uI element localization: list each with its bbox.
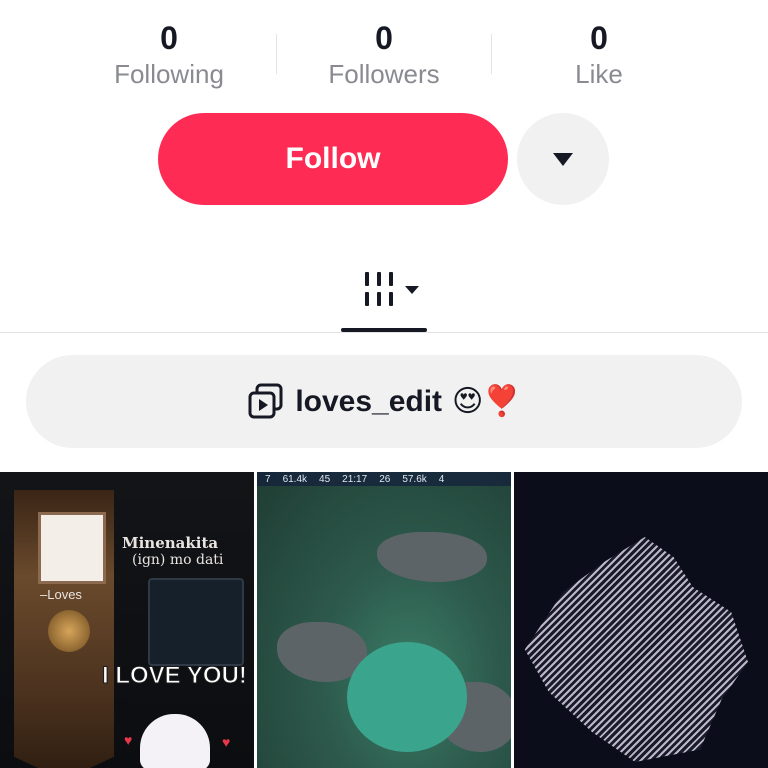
playlist-emojis: 😍❣️ (452, 385, 521, 418)
game-hud: 7 61.4k 45 21:17 26 57.6k 4 (257, 472, 511, 486)
empty-slot-panel (148, 578, 244, 666)
hud-score2: 26 (379, 473, 391, 485)
profile-frame (38, 512, 106, 584)
following-count: 0 (160, 20, 178, 56)
tab-videos[interactable] (341, 262, 427, 332)
hud-gold-left: 61.4k (282, 473, 308, 485)
video-thumbnail[interactable]: Minenakita (ign) mo dati –Loves I LOVE Y… (0, 472, 254, 768)
likes-label: Like (575, 59, 623, 89)
hud-score: 45 (319, 473, 331, 485)
overlay-tag: –Loves (40, 587, 82, 602)
caret-down-icon (553, 152, 573, 166)
striped-figure (524, 537, 748, 762)
map-rock (377, 532, 487, 582)
followers-count: 0 (375, 20, 393, 56)
heart-icon: ♥ (124, 732, 133, 748)
playlist-chip[interactable]: loves_edit 😍❣️ (26, 355, 742, 448)
followers-label: Followers (328, 59, 440, 89)
follow-button[interactable]: Follow (158, 113, 508, 205)
playlist-icon (248, 383, 283, 418)
profile-stats: 0 Following 0 Followers 0 Like (62, 18, 706, 98)
video-grid: Minenakita (ign) mo dati –Loves I LOVE Y… (0, 472, 768, 768)
map-bush (347, 642, 467, 752)
video-thumbnail[interactable]: 7 61.4k 45 21:17 26 57.6k 4 (257, 472, 511, 768)
cat-sticker-icon (140, 714, 210, 768)
likes-count: 0 (590, 20, 608, 56)
hud-time: 21:17 (342, 473, 368, 485)
stat-likes[interactable]: 0 Like (492, 18, 706, 98)
tab-divider (0, 332, 768, 333)
hud-kills: 7 (265, 473, 271, 485)
overlay-name: Minenakita (122, 534, 219, 552)
stat-followers[interactable]: 0 Followers (277, 18, 491, 98)
heart-icon: ♥ (222, 734, 231, 750)
stat-following[interactable]: 0 Following (62, 18, 276, 98)
rank-badge-icon (48, 610, 90, 652)
hud-count: 4 (438, 473, 445, 485)
overlay-caption: I LOVE YOU! (102, 662, 248, 690)
grid-icon (363, 270, 397, 308)
caret-down-icon (405, 286, 419, 294)
hud-gold-right: 57.6k (402, 473, 427, 485)
video-thumbnail[interactable] (514, 472, 768, 768)
playlist-label: loves_edit (295, 384, 443, 418)
following-label: Following (114, 59, 224, 89)
overlay-ign: (ign) mo dati (132, 552, 224, 568)
suggested-accounts-button[interactable] (517, 113, 609, 205)
